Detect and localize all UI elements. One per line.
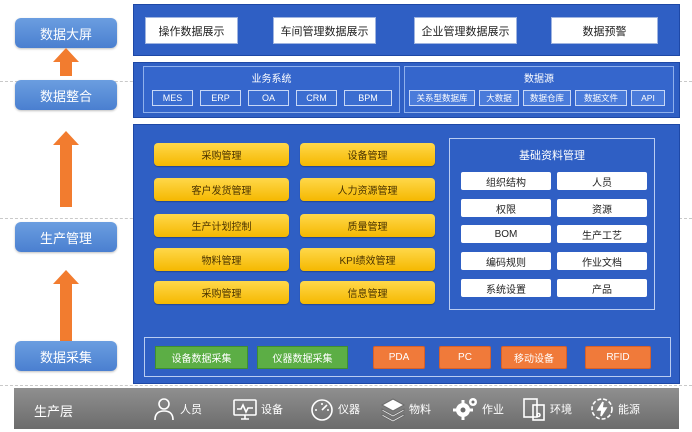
bottom-item-label: 设备 bbox=[261, 404, 283, 416]
collection-device-item: PDA bbox=[373, 346, 425, 369]
production-layer-panel: 采购管理 客户发货管理 生产计划控制 物料管理 采购管理 设备管理 人力资源管理… bbox=[133, 124, 680, 384]
screen-layer-panel: 操作数据展示 车间管理数据展示 企业管理数据展示 数据预警 bbox=[133, 4, 680, 56]
integration-layer-panel: 业务系统 MES ERP OA CRM BPM 数据源 关系型数据库 大数据 数… bbox=[133, 62, 680, 118]
production-floor-label: 生产层 bbox=[34, 404, 74, 419]
module-button: 设备管理 bbox=[300, 143, 435, 166]
module-button: 客户发货管理 bbox=[154, 178, 289, 201]
layers-icon bbox=[380, 398, 406, 422]
gears-icon bbox=[453, 398, 477, 420]
bottom-item-label: 能源 bbox=[618, 404, 640, 416]
module-button: KPI绩效管理 bbox=[300, 248, 435, 271]
datasource-item: API bbox=[631, 90, 665, 106]
up-arrow-icon bbox=[53, 270, 79, 344]
devices-icon bbox=[523, 398, 545, 421]
screen-item: 操作数据展示 bbox=[145, 17, 238, 44]
module-button: 信息管理 bbox=[300, 281, 435, 304]
business-system-item: CRM bbox=[296, 90, 337, 106]
bottom-item-equipment: 设备 bbox=[232, 395, 283, 423]
module-button: 质量管理 bbox=[300, 214, 435, 237]
stage-screen: 数据大屏 bbox=[15, 18, 117, 48]
module-button: 采购管理 bbox=[154, 281, 289, 304]
separator-line bbox=[0, 385, 692, 386]
bottom-item-environment: 环境 bbox=[521, 395, 572, 423]
datasource-item: 大数据 bbox=[479, 90, 519, 106]
base-data-item: 组织结构 bbox=[461, 172, 551, 190]
base-data-title: 基础资料管理 bbox=[519, 150, 585, 162]
collection-device-item: PC bbox=[439, 346, 491, 369]
bottom-item-instrument: 仪器 bbox=[309, 395, 360, 423]
collection-green-item: 仪器数据采集 bbox=[257, 346, 348, 369]
base-data-item: 权限 bbox=[461, 199, 551, 217]
stage-integration: 数据整合 bbox=[15, 80, 117, 110]
datasource-panel: 数据源 关系型数据库 大数据 数据仓库 数据文件 API bbox=[404, 66, 674, 113]
screen-item: 数据预警 bbox=[551, 17, 658, 44]
base-data-item: 编码规则 bbox=[461, 252, 551, 270]
screen-item: 企业管理数据展示 bbox=[414, 17, 517, 44]
business-system-item: MES bbox=[152, 90, 193, 106]
module-button: 人力资源管理 bbox=[300, 178, 435, 201]
monitor-icon bbox=[233, 399, 257, 420]
bottom-item-label: 人员 bbox=[180, 404, 202, 416]
bottom-item-material: 物料 bbox=[380, 395, 431, 423]
base-data-item: 人员 bbox=[557, 172, 647, 190]
base-data-item: 资源 bbox=[557, 199, 647, 217]
stage-collection: 数据采集 bbox=[15, 341, 117, 371]
datasource-item: 关系型数据库 bbox=[409, 90, 475, 106]
datasource-item: 数据文件 bbox=[575, 90, 627, 106]
bottom-item-label: 环境 bbox=[550, 404, 572, 416]
business-system-item: OA bbox=[248, 90, 289, 106]
bottom-item-label: 作业 bbox=[482, 404, 504, 416]
screen-item: 车间管理数据展示 bbox=[273, 17, 376, 44]
base-data-panel: 基础资料管理 组织结构 人员 权限 资源 BOM 生产工艺 编码规则 作业文档 … bbox=[449, 138, 655, 310]
datasource-item: 数据仓库 bbox=[523, 90, 571, 106]
module-button: 生产计划控制 bbox=[154, 214, 289, 237]
business-systems-panel: 业务系统 MES ERP OA CRM BPM bbox=[143, 66, 400, 113]
collection-device-item: 移动设备 bbox=[501, 346, 567, 369]
person-icon bbox=[154, 398, 174, 421]
production-floor-bar: 生产层 人员 设备 仪器 物料 作业 环境 能源 bbox=[14, 388, 679, 429]
datasource-title: 数据源 bbox=[524, 74, 554, 85]
base-data-item: 生产工艺 bbox=[557, 225, 647, 243]
collection-green-item: 设备数据采集 bbox=[155, 346, 248, 369]
base-data-item: 系统设置 bbox=[461, 279, 551, 297]
bottom-item-label: 物料 bbox=[409, 404, 431, 416]
up-arrow-icon bbox=[53, 48, 79, 76]
module-button: 采购管理 bbox=[154, 143, 289, 166]
bottom-item-label: 仪器 bbox=[338, 404, 360, 416]
base-data-item: 产品 bbox=[557, 279, 647, 297]
bottom-item-person: 人员 bbox=[151, 395, 202, 423]
business-system-item: ERP bbox=[200, 90, 241, 106]
business-system-item: BPM bbox=[344, 90, 392, 106]
stage-production-mgmt: 生产管理 bbox=[15, 222, 117, 252]
energy-icon bbox=[591, 398, 613, 420]
collection-device-item: RFID bbox=[585, 346, 651, 369]
business-systems-title: 业务系统 bbox=[251, 74, 292, 85]
gauge-icon bbox=[311, 399, 333, 421]
base-data-item: 作业文档 bbox=[557, 252, 647, 270]
collection-panel: 设备数据采集 仪器数据采集 PDA PC 移动设备 RFID bbox=[144, 337, 671, 377]
bottom-item-energy: 能源 bbox=[589, 395, 640, 423]
base-data-item: BOM bbox=[461, 225, 551, 243]
up-arrow-icon bbox=[53, 131, 79, 207]
module-button: 物料管理 bbox=[154, 248, 289, 271]
bottom-item-operation: 作业 bbox=[453, 395, 504, 423]
